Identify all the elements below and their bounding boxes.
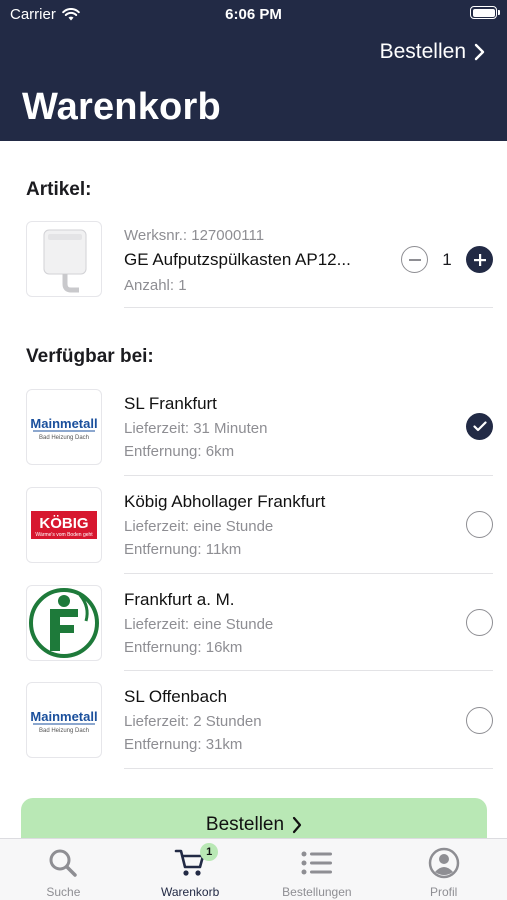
tab-label: Bestellungen xyxy=(282,885,352,899)
tab-search[interactable]: Suche xyxy=(0,839,127,900)
store-name: SL Frankfurt xyxy=(124,394,217,413)
svg-text:Wärme's vom Boden geht: Wärme's vom Boden geht xyxy=(35,532,93,538)
plus-icon xyxy=(473,253,486,266)
increment-button[interactable] xyxy=(466,246,493,273)
divider xyxy=(124,573,493,574)
nav-header: Carrier 6:06 PM Bestellen Warenkorb xyxy=(0,0,507,141)
frankfurt-logo: F xyxy=(28,587,99,658)
divider xyxy=(124,475,493,476)
store-name: Köbig Abhollager Frankfurt xyxy=(124,492,326,511)
store-name: Frankfurt a. M. xyxy=(124,590,235,609)
svg-text:Mainmetall: Mainmetall xyxy=(30,416,97,431)
quantity-value: 1 xyxy=(442,249,452,269)
article-werksnr: Werksnr.: 127000111 xyxy=(124,227,265,244)
store-distance: Entfernung: 11km xyxy=(124,541,242,558)
store-delivery-time: Lieferzeit: 2 Stunden xyxy=(124,713,262,730)
availability-section-title: Verfügbar bei: xyxy=(26,346,154,367)
status-time: 6:06 PM xyxy=(225,6,282,23)
store-logo: KÖBIG Wärme's vom Boden geht xyxy=(26,487,102,563)
store-select-radio[interactable] xyxy=(466,707,493,734)
mainmetall-logo: Mainmetall Bad Heizung Dach xyxy=(30,416,97,441)
svg-text:KÖBIG: KÖBIG xyxy=(39,515,88,532)
search-icon xyxy=(49,849,78,877)
articles-section-title: Artikel: xyxy=(26,179,92,200)
store-distance: Entfernung: 16km xyxy=(124,639,243,656)
chevron-right-icon xyxy=(474,43,485,61)
article-thumbnail[interactable] xyxy=(26,221,102,297)
mainmetall-logo: Mainmetall Bad Heizung Dach xyxy=(30,709,97,734)
decrement-button[interactable] xyxy=(401,246,428,273)
svg-text:Bad Heizung Dach: Bad Heizung Dach xyxy=(39,435,89,441)
tab-label: Warenkorb xyxy=(161,885,220,899)
status-bar: Carrier 6:06 PM xyxy=(0,0,507,28)
store-select-radio[interactable] xyxy=(466,511,493,538)
store-distance: Entfernung: 31km xyxy=(124,736,243,753)
article-name[interactable]: GE Aufputzspülkasten AP12... xyxy=(124,250,351,270)
tab-label: Profil xyxy=(429,885,458,899)
tab-bar: Suche 1 Warenkorb Bestellungen Profil xyxy=(0,838,507,900)
divider xyxy=(124,768,493,769)
header-order-label: Bestellen xyxy=(379,40,466,63)
divider xyxy=(124,670,493,671)
page-title: Warenkorb xyxy=(22,86,221,128)
store-logo: F xyxy=(26,585,102,661)
store-select-radio[interactable] xyxy=(466,413,493,440)
tab-orders[interactable]: Bestellungen xyxy=(254,839,381,900)
checkmark-icon xyxy=(472,421,487,432)
chevron-right-icon xyxy=(292,816,302,834)
minus-icon xyxy=(408,258,421,261)
cistern-image xyxy=(43,229,87,293)
store-distance: Entfernung: 6km xyxy=(124,443,235,460)
article-count: Anzahl: 1 xyxy=(124,277,187,294)
battery-icon xyxy=(470,6,500,19)
tab-cart[interactable]: 1 Warenkorb xyxy=(127,839,254,900)
quantity-stepper: 1 xyxy=(401,246,493,273)
koebig-logo: KÖBIG Wärme's vom Boden geht xyxy=(31,511,97,539)
store-logo: Mainmetall Bad Heizung Dach xyxy=(26,389,102,465)
store-logo: Mainmetall Bad Heizung Dach xyxy=(26,682,102,758)
profile-icon xyxy=(428,847,459,879)
svg-text:Bad Heizung Dach: Bad Heizung Dach xyxy=(39,728,89,734)
tab-label: Suche xyxy=(46,885,81,899)
svg-text:F: F xyxy=(28,587,29,588)
divider xyxy=(124,307,493,308)
store-select-radio[interactable] xyxy=(466,609,493,636)
store-delivery-time: Lieferzeit: 31 Minuten xyxy=(124,420,268,437)
store-delivery-time: Lieferzeit: eine Stunde xyxy=(124,616,274,633)
store-name: SL Offenbach xyxy=(124,687,228,706)
store-delivery-time: Lieferzeit: eine Stunde xyxy=(124,518,274,535)
svg-text:Mainmetall: Mainmetall xyxy=(30,709,97,724)
list-icon xyxy=(301,851,332,875)
header-order-button[interactable]: Bestellen xyxy=(380,40,485,64)
tab-profile[interactable]: Profil xyxy=(380,839,507,900)
cart-badge: 1 xyxy=(200,843,219,861)
